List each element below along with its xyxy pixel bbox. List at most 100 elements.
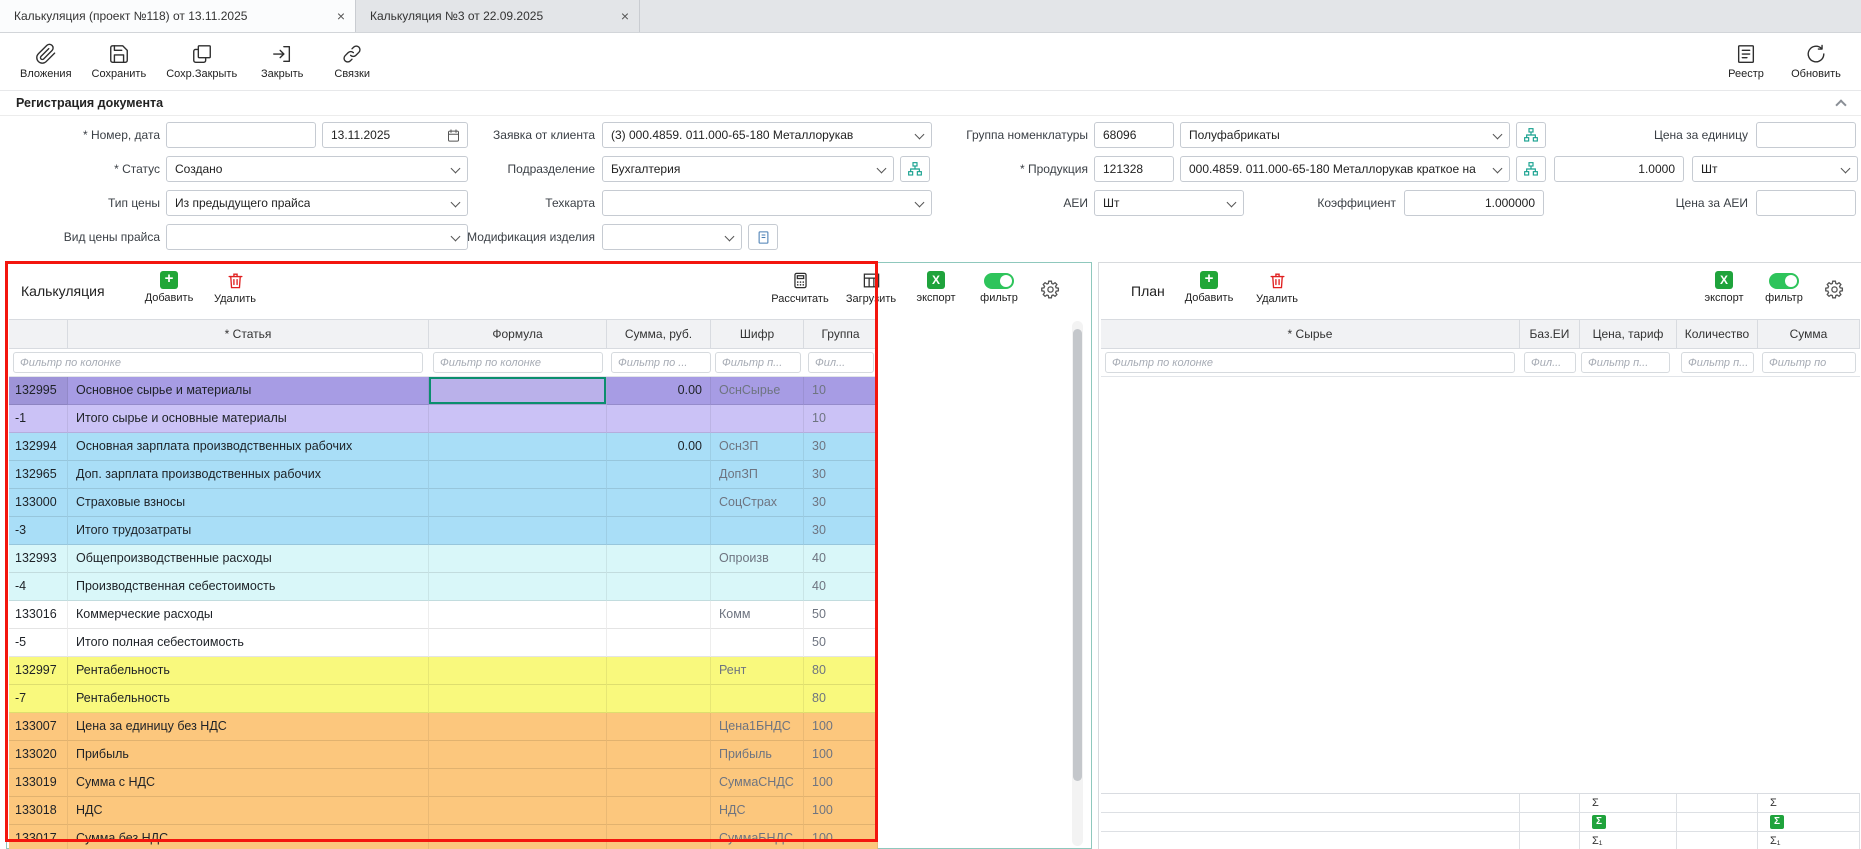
close-icon[interactable]: × [621,9,629,23]
cell-article[interactable]: Доп. зарплата производственных рабочих [68,461,429,489]
column-header-article[interactable]: * Статья [68,320,429,349]
cell-group[interactable]: 10 [804,405,878,433]
cell-article[interactable]: Итого трудозатраты [68,517,429,545]
cell-id[interactable]: 133018 [9,797,68,825]
modification-card-button[interactable] [748,224,778,250]
cell-group[interactable]: 100 [804,825,878,849]
cell-code[interactable]: СуммаБНДС [711,825,804,849]
column-header-group[interactable]: Группа [804,320,878,349]
cell-sum[interactable] [607,489,711,517]
cell-formula[interactable] [429,377,607,405]
cell-id[interactable]: -7 [9,685,68,713]
cell-code[interactable] [711,573,804,601]
table-row[interactable]: -5Итого полная себестоимость50 [9,629,878,657]
calc-settings-button[interactable] [1040,279,1061,300]
cell-sum[interactable]: 0.00 [607,433,711,461]
cell-code[interactable]: Рент [711,657,804,685]
table-row[interactable]: 133000Страховые взносыСоцСтрах30 [9,489,878,517]
collapse-section-icon[interactable] [1835,99,1846,110]
column-header-code[interactable]: Шифр [711,320,804,349]
client-request-select[interactable]: (3) 000.4859. 011.000-65-180 Металлорука… [602,122,932,148]
price-type-select[interactable]: Из предыдущего прайса [166,190,468,216]
summary-sigma-amount[interactable]: Σ [1758,794,1860,813]
table-row[interactable]: 133019Сумма с НДССуммаСНДС100 [9,769,878,797]
price-per-aei-input[interactable] [1756,190,1856,216]
cell-formula[interactable] [429,797,607,825]
filter-input-group[interactable] [808,352,874,373]
calc-filter-toggle[interactable]: фильтр [970,271,1028,304]
column-header-amount[interactable]: Сумма [1758,320,1860,349]
cell-id[interactable]: 132965 [9,461,68,489]
aei-select[interactable]: Шт [1094,190,1244,216]
cell-code[interactable] [711,517,804,545]
techcard-select[interactable] [602,190,932,216]
production-select[interactable]: 000.4859. 011.000-65-180 Металлорукав кр… [1180,156,1510,182]
cell-id[interactable]: 133019 [9,769,68,797]
close-icon[interactable]: × [337,9,345,23]
filter-input-price[interactable] [1581,352,1670,373]
cell-formula[interactable] [429,685,607,713]
cell-sum[interactable] [607,629,711,657]
cell-sum[interactable] [607,461,711,489]
cell-id[interactable]: 133007 [9,713,68,741]
modification-select[interactable] [602,224,742,250]
registry-button[interactable]: Реестр [1713,36,1779,88]
cell-formula[interactable] [429,545,607,573]
scrollbar-thumb[interactable] [1073,329,1082,781]
summary-sigma-badge-amount[interactable]: Σ [1758,813,1860,832]
cell-article[interactable]: Общепроизводственные расходы [68,545,429,573]
cell-formula[interactable] [429,769,607,797]
cell-code[interactable]: Комм [711,601,804,629]
cell-formula[interactable] [429,405,607,433]
cell-code[interactable] [711,685,804,713]
cell-group[interactable]: 50 [804,601,878,629]
production-hierarchy-button[interactable] [1516,156,1546,182]
summary-sigma-sub-amount[interactable]: Σ₁ [1758,832,1860,849]
department-select[interactable]: Бухгалтерия [602,156,894,182]
cell-group[interactable]: 100 [804,769,878,797]
cell-id[interactable]: 133000 [9,489,68,517]
cell-article[interactable]: Прибыль [68,741,429,769]
cell-id[interactable]: -1 [9,405,68,433]
tab-calc-3[interactable]: Калькуляция №3 от 22.09.2025 × [356,0,640,32]
cell-sum[interactable] [607,797,711,825]
production-code-input[interactable] [1094,156,1174,182]
filter-input-code[interactable] [715,352,801,373]
cell-code[interactable]: ОснЗП [711,433,804,461]
cell-article[interactable]: Итого полная себестоимость [68,629,429,657]
table-row[interactable]: 133017Сумма без НДССуммаБНДС100 [9,825,878,849]
filter-input-article[interactable] [13,352,423,373]
calc-delete-button[interactable]: Удалить [203,271,267,305]
cell-code[interactable]: СоцСтрах [711,489,804,517]
coefficient-input[interactable] [1404,190,1544,216]
table-row[interactable]: 133018НДСНДС100 [9,797,878,825]
nomenclature-group-code-input[interactable] [1094,122,1174,148]
table-row[interactable]: -7Рентабельность80 [9,685,878,713]
production-unit-select[interactable]: Шт [1692,156,1858,182]
cell-sum[interactable] [607,741,711,769]
cell-code[interactable]: Цена1БНДС [711,713,804,741]
cell-code[interactable] [711,629,804,657]
column-header-raw[interactable]: * Сырье [1101,320,1520,349]
cell-code[interactable]: НДС [711,797,804,825]
refresh-button[interactable]: Обновить [1783,36,1849,88]
cell-article[interactable]: Сумма без НДС [68,825,429,849]
cell-sum[interactable] [607,685,711,713]
price-per-unit-input[interactable] [1756,122,1856,148]
table-row[interactable]: 133016Коммерческие расходыКомм50 [9,601,878,629]
cell-formula[interactable] [429,601,607,629]
cell-id[interactable]: 133020 [9,741,68,769]
cell-sum[interactable] [607,825,711,849]
column-header-id[interactable] [9,320,68,349]
nomenclature-hierarchy-button[interactable] [1516,122,1546,148]
table-row[interactable]: 132965Доп. зарплата производственных раб… [9,461,878,489]
save-button[interactable]: Сохранить [84,36,155,88]
cell-id[interactable]: 132994 [9,433,68,461]
filter-input-quantity[interactable] [1681,352,1754,373]
price-kind-select[interactable] [166,224,468,250]
toggle-on-icon[interactable] [1769,273,1799,289]
summary-sigma-price[interactable]: Σ [1580,794,1677,813]
cell-formula[interactable] [429,629,607,657]
cell-sum[interactable]: 0.00 [607,377,711,405]
cell-id[interactable]: 132995 [9,377,68,405]
